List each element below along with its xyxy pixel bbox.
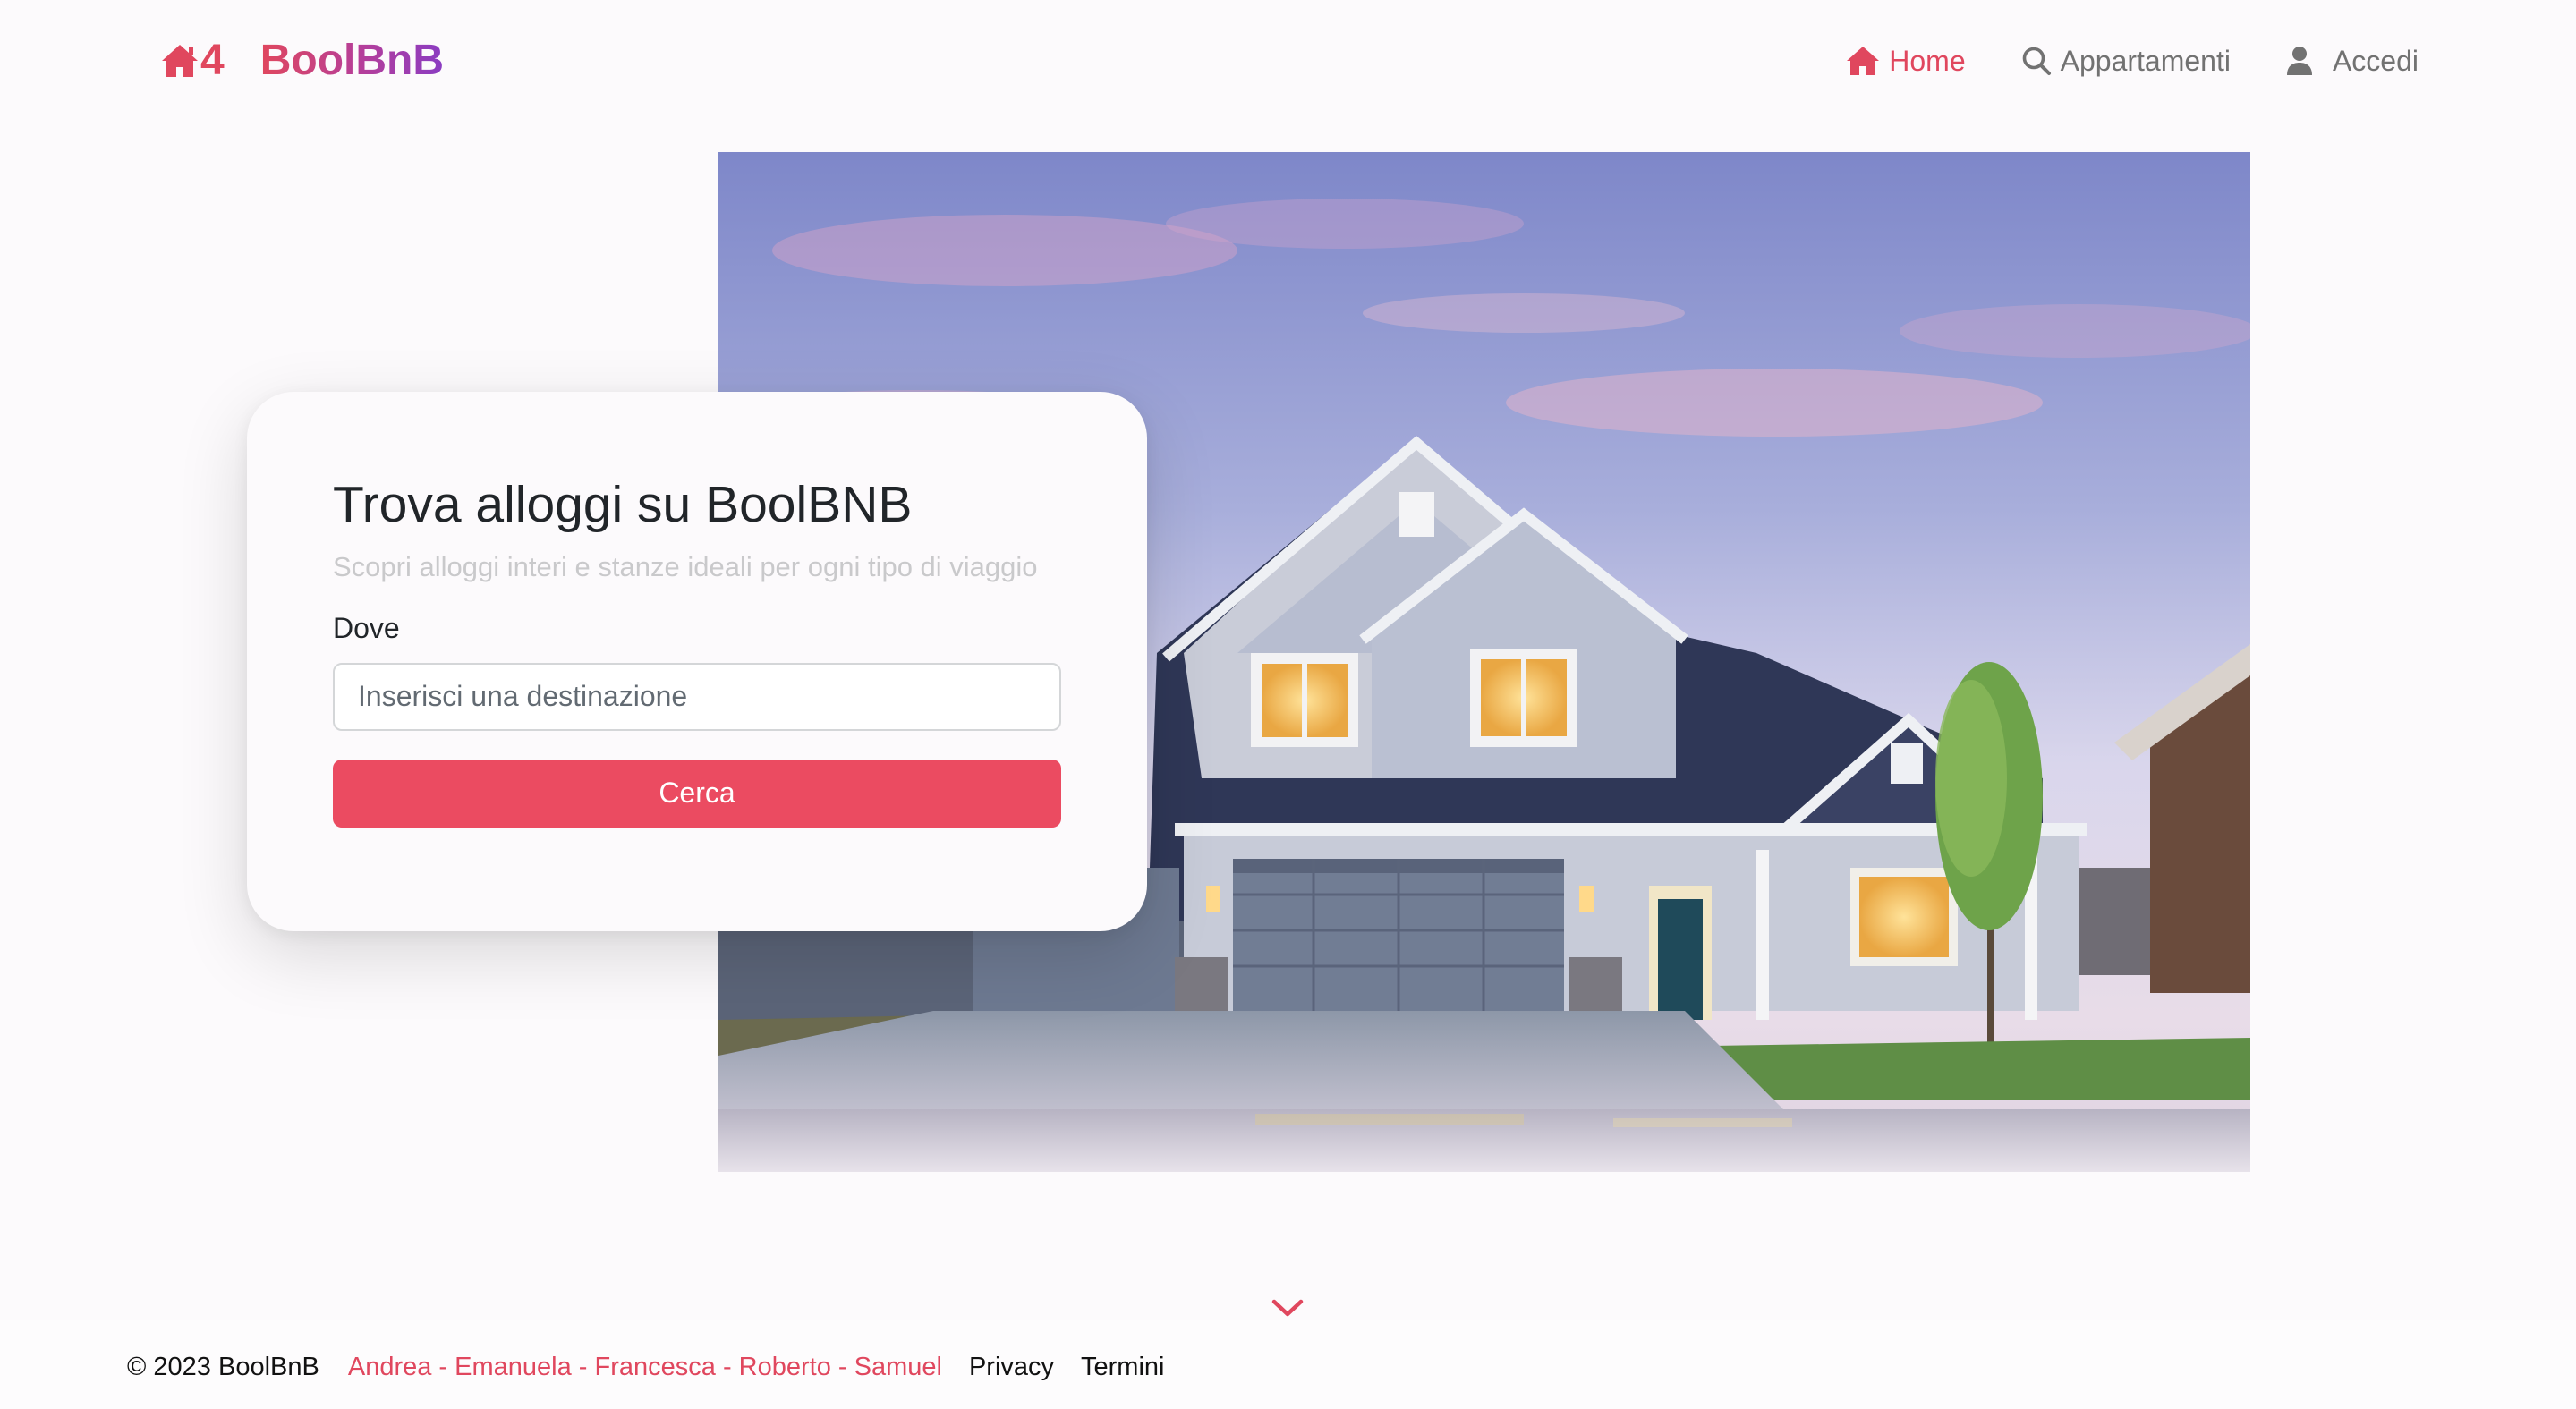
nav-item-label: Appartamenti [2060, 44, 2231, 77]
footer: © 2023 BoolBnB Andrea - Emanuela - Franc… [0, 1320, 2576, 1409]
nav-item-appartamenti[interactable]: Appartamenti [2021, 45, 2231, 78]
logo-number: 4 [200, 37, 225, 84]
brand-name: BoolBnB [259, 37, 444, 84]
nav-item-home[interactable]: Home [1846, 44, 1966, 78]
search-title: Trova alloggi su BoolBNB [333, 476, 913, 533]
footer-content: © 2023 BoolBnB Andrea - Emanuela - Franc… [127, 1353, 1164, 1382]
nav-item-accedi[interactable]: Accedi [2286, 45, 2419, 78]
user-icon [2286, 47, 2312, 75]
chevron-down-icon [1271, 1299, 1304, 1317]
house-icon [1847, 47, 1880, 75]
nav-item-label: Home [1889, 44, 1966, 77]
brand-logo[interactable]: 4 BoolBnB [161, 32, 444, 89]
destination-label: Dove [333, 611, 400, 644]
main-nav: Home Appartamenti Accedi [1846, 38, 2419, 84]
footer-copyright: © 2023 BoolBnB [127, 1353, 319, 1381]
top-navbar: 4 BoolBnB Home Appartamenti Accedi [0, 0, 2576, 122]
nav-item-label: Accedi [2332, 44, 2419, 77]
search-card: Trova alloggi su BoolBNB Scopri alloggi … [247, 392, 1147, 931]
house-icon [162, 45, 198, 77]
destination-input[interactable] [333, 662, 1061, 731]
footer-authors-link[interactable]: Andrea - Emanuela - Francesca - Roberto … [348, 1353, 942, 1382]
logo-mark: 4 [161, 39, 225, 82]
footer-privacy-link[interactable]: Privacy [969, 1353, 1054, 1382]
footer-terms-link[interactable]: Termini [1081, 1353, 1164, 1382]
scroll-down-button[interactable] [1271, 1297, 1305, 1319]
search-subtitle: Scopri alloggi interi e stanze ideali pe… [333, 550, 1038, 582]
search-button[interactable]: Cerca [333, 759, 1061, 828]
search-icon [2022, 47, 2051, 75]
